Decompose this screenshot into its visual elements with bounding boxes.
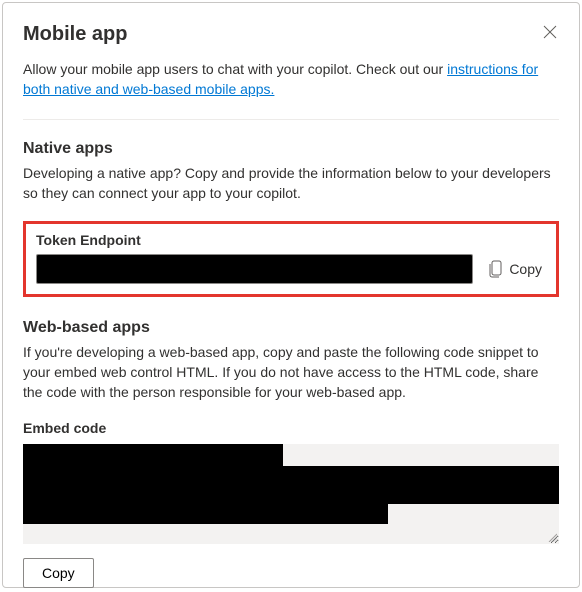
token-endpoint-highlight: Token Endpoint Copy	[23, 221, 559, 297]
token-endpoint-label: Token Endpoint	[36, 232, 546, 248]
resize-handle-icon[interactable]	[547, 532, 557, 542]
embed-code-textarea[interactable]	[23, 444, 559, 544]
copy-token-label: Copy	[509, 261, 542, 277]
native-apps-desc: Developing a native app? Copy and provid…	[23, 164, 559, 203]
web-apps-desc: If you're developing a web-based app, co…	[23, 343, 559, 402]
native-apps-section: Native apps Developing a native app? Cop…	[23, 140, 559, 297]
native-apps-title: Native apps	[23, 140, 559, 158]
page-title: Mobile app	[23, 23, 127, 46]
redacted-content	[23, 444, 283, 466]
mobile-app-panel: Mobile app Allow your mobile app users t…	[2, 2, 580, 588]
token-endpoint-input[interactable]	[36, 254, 473, 284]
copy-token-button[interactable]: Copy	[485, 258, 546, 280]
redacted-content	[23, 504, 388, 524]
intro-text-before: Allow your mobile app users to chat with…	[23, 61, 447, 77]
embed-code-label: Embed code	[23, 420, 559, 436]
web-apps-title: Web-based apps	[23, 319, 559, 337]
close-button[interactable]	[541, 23, 559, 41]
divider	[23, 119, 559, 120]
intro-text: Allow your mobile app users to chat with…	[23, 60, 559, 99]
panel-header: Mobile app	[23, 23, 559, 46]
redacted-content	[23, 466, 559, 504]
close-icon	[543, 25, 557, 39]
web-apps-section: Web-based apps If you're developing a we…	[23, 319, 559, 588]
copy-embed-button[interactable]: Copy	[23, 558, 94, 588]
token-endpoint-row: Copy	[36, 254, 546, 284]
copy-icon	[489, 260, 503, 278]
